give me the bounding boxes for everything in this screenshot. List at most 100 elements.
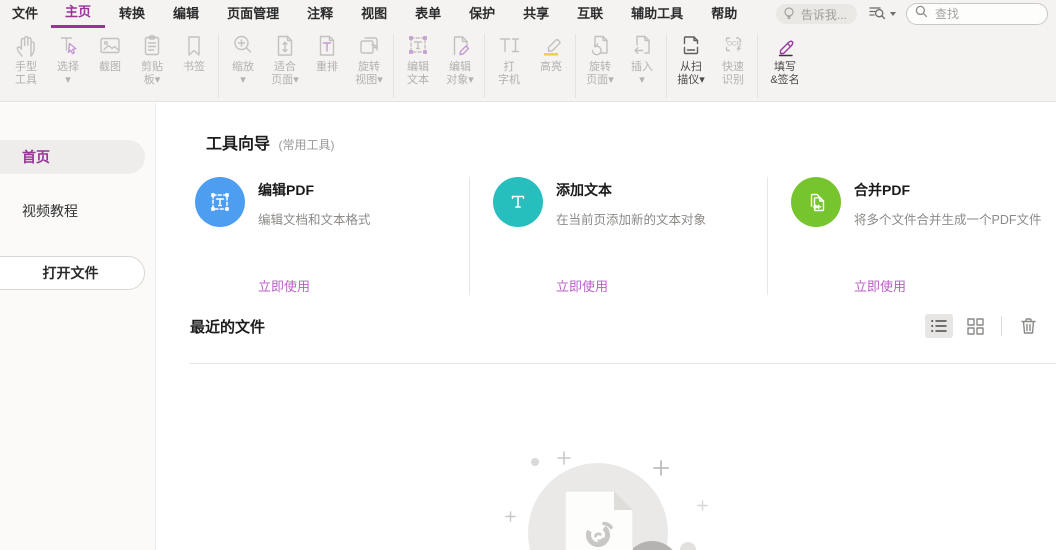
menu-connect[interactable]: 互联 (563, 0, 617, 28)
edit-pdf-icon (195, 177, 245, 227)
toolbar-group-sign: 填写 &签名 (758, 30, 812, 87)
typewriter-icon (495, 30, 523, 60)
list-view-button[interactable] (925, 314, 953, 338)
tool-quick-ocr[interactable]: OCR 快速 识别 (712, 30, 754, 87)
tool-clipboard[interactable]: 剪贴 板▾ (131, 30, 173, 87)
menu-page-management[interactable]: 页面管理 (213, 0, 293, 28)
tool-label: 旋转 页面▾ (586, 61, 614, 86)
search-icon (915, 5, 928, 23)
use-now-link[interactable]: 立即使用 (258, 276, 310, 295)
use-now-link[interactable]: 立即使用 (854, 276, 906, 295)
tools-section-subtitle: (常用工具) (278, 138, 335, 152)
tool-snapshot[interactable]: 截图 (89, 30, 131, 87)
tool-label: 选择 ▾ (57, 61, 79, 86)
use-now-link[interactable]: 立即使用 (556, 276, 608, 295)
tool-label: 填写 &签名 (770, 61, 800, 86)
card-title: 添加文本 (556, 182, 612, 198)
tool-label: 打 字机 (498, 61, 520, 86)
tool-edit-object[interactable]: 编辑 对象▾ (439, 30, 481, 87)
tool-bookmark[interactable]: 书签 (173, 30, 215, 87)
card-title: 合并PDF (854, 182, 910, 198)
tell-me-label: 告诉我... (800, 7, 847, 22)
menu-edit[interactable]: 编辑 (159, 0, 213, 28)
tool-card-add-text[interactable]: 添加文本 在当前页添加新的文本对象 立即使用 (470, 177, 768, 295)
recent-files-actions (925, 314, 1042, 338)
sparkle-icon (697, 498, 708, 516)
tool-label: 缩放 ▾ (232, 61, 254, 86)
tool-card-edit-pdf[interactable]: 编辑PDF 编辑文档和文本格式 立即使用 (195, 177, 470, 295)
tool-rotate-view[interactable]: 旋转 视图▾ (348, 30, 390, 87)
tool-label: 高亮 (540, 61, 562, 73)
card-description: 编辑文档和文本格式 (258, 213, 371, 227)
tool-zoom[interactable]: 缩放 ▾ (222, 30, 264, 87)
find-mode-button[interactable] (867, 3, 896, 26)
tool-fit-page[interactable]: 适合 页面▾ (264, 30, 306, 87)
tool-cards: 编辑PDF 编辑文档和文本格式 立即使用 添加文本 在当前页添加新的文本对象 立… (195, 177, 1056, 295)
hand-icon (12, 30, 40, 60)
tool-label: 从扫 描仪▾ (677, 61, 705, 86)
grid-view-button[interactable] (961, 314, 989, 338)
tool-from-scanner[interactable]: 从扫 描仪▾ (670, 30, 712, 87)
search-input[interactable] (933, 6, 1039, 22)
card-description: 在当前页添加新的文本对象 (556, 213, 707, 227)
card-title: 编辑PDF (258, 182, 314, 198)
tool-label: 书签 (183, 61, 205, 73)
sidebar: 首页 视频教程 打开文件 (0, 103, 156, 550)
menu-accessibility-tools[interactable]: 辅助工具 (617, 0, 697, 28)
tool-insert-page[interactable]: 插入 ▾ (621, 30, 663, 87)
menubar: 文件 主页 转换 编辑 页面管理 注释 视图 表单 保护 共享 互联 辅助工具 … (0, 0, 1056, 28)
card-texts: 编辑PDF 编辑文档和文本格式 (258, 177, 469, 228)
app-body: 首页 视频教程 打开文件 工具向导 (常用工具) 编辑PDF 编辑文档和文本格式… (0, 103, 1056, 550)
select-cursor-icon (54, 30, 82, 60)
sparkle-icon (557, 451, 571, 470)
sparkle-icon (529, 455, 541, 473)
menu-share[interactable]: 共享 (509, 0, 563, 28)
tool-label: 编辑 文本 (407, 61, 429, 86)
menu-protect[interactable]: 保护 (455, 0, 509, 28)
sparkle-icon (653, 460, 669, 481)
menu-file[interactable]: 文件 (0, 0, 51, 28)
zoom-icon (229, 30, 257, 60)
tool-edit-text[interactable]: 编辑 文本 (397, 30, 439, 87)
tool-hand[interactable]: 手型 工具 (5, 30, 47, 87)
app-window: 文件 主页 转换 编辑 页面管理 注释 视图 表单 保护 共享 互联 辅助工具 … (0, 0, 1056, 550)
tool-label: 插入 ▾ (631, 61, 653, 86)
ocr-icon: OCR (719, 30, 747, 60)
edit-object-icon (446, 30, 474, 60)
search-box (906, 3, 1048, 25)
edit-text-icon (404, 30, 432, 60)
tool-card-merge-pdf[interactable]: 合并PDF 将多个文件合并生成一个PDF文件 立即使用 (768, 177, 1056, 295)
sidebar-item-home[interactable]: 首页 (0, 140, 145, 174)
delete-button[interactable] (1014, 314, 1042, 338)
tool-label: 剪贴 板▾ (141, 61, 163, 86)
fill-sign-icon (771, 30, 799, 60)
sidebar-item-video-tutorials[interactable]: 视频教程 (0, 194, 155, 228)
add-text-icon (493, 177, 543, 227)
toolbar-group-edit: 编辑 文本 编辑 对象▾ (394, 30, 484, 87)
tool-highlight[interactable]: 高亮 (530, 30, 572, 87)
tool-typewriter[interactable]: 打 字机 (488, 30, 530, 87)
find-in-lines-icon (867, 3, 887, 26)
tool-fill-sign[interactable]: 填写 &签名 (761, 30, 809, 87)
recent-files-empty-state (156, 364, 1056, 550)
menu-help[interactable]: 帮助 (697, 0, 751, 28)
bookmark-icon (180, 30, 208, 60)
tool-label: 快速 识别 (722, 61, 744, 86)
tool-label: 手型 工具 (15, 61, 37, 86)
toolbar-group-pages: 旋转 页面▾ 插入 ▾ (576, 30, 666, 87)
tool-rotate-page[interactable]: 旋转 页面▾ (579, 30, 621, 87)
tell-me-button[interactable]: 告诉我... (775, 4, 857, 24)
foxit-logo-icon (581, 516, 617, 550)
menu-convert[interactable]: 转换 (105, 0, 159, 28)
menu-view[interactable]: 视图 (347, 0, 401, 28)
tool-select[interactable]: 选择 ▾ (47, 30, 89, 87)
open-file-button[interactable]: 打开文件 (0, 256, 145, 290)
tool-reflow[interactable]: 重排 (306, 30, 348, 87)
menu-form[interactable]: 表单 (401, 0, 455, 28)
rotate-view-icon (355, 30, 383, 60)
chevron-down-icon (890, 12, 896, 16)
tools-section-title: 工具向导 (206, 136, 271, 153)
menu-home[interactable]: 主页 (51, 0, 106, 28)
menu-comment[interactable]: 注释 (293, 0, 347, 28)
recent-files-header: 最近的文件 (190, 314, 1042, 338)
